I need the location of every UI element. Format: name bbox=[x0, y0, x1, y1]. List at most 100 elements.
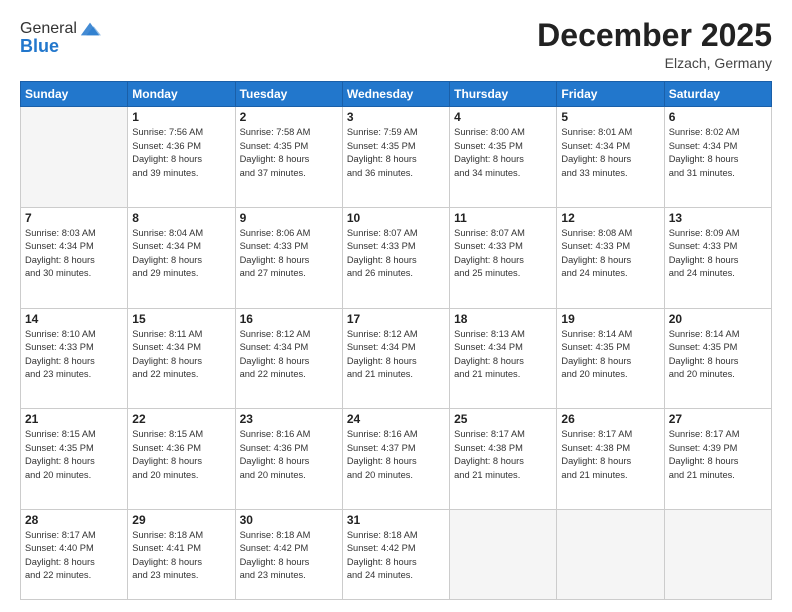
day-info: Sunrise: 8:17 AM Sunset: 4:40 PM Dayligh… bbox=[25, 529, 123, 583]
table-row bbox=[21, 107, 128, 208]
calendar-header-row: Sunday Monday Tuesday Wednesday Thursday… bbox=[21, 82, 772, 107]
day-number: 24 bbox=[347, 412, 445, 426]
col-thursday: Thursday bbox=[450, 82, 557, 107]
header: General Blue December 2025 Elzach, Germa… bbox=[20, 18, 772, 71]
day-number: 4 bbox=[454, 110, 552, 124]
day-info: Sunrise: 8:17 AM Sunset: 4:38 PM Dayligh… bbox=[454, 428, 552, 482]
day-info: Sunrise: 8:02 AM Sunset: 4:34 PM Dayligh… bbox=[669, 126, 767, 180]
col-wednesday: Wednesday bbox=[342, 82, 449, 107]
title-block: December 2025 Elzach, Germany bbox=[537, 18, 772, 71]
day-info: Sunrise: 8:00 AM Sunset: 4:35 PM Dayligh… bbox=[454, 126, 552, 180]
location: Elzach, Germany bbox=[537, 55, 772, 71]
calendar-table: Sunday Monday Tuesday Wednesday Thursday… bbox=[20, 81, 772, 600]
table-row: 2 Sunrise: 7:58 AM Sunset: 4:35 PM Daylig… bbox=[235, 107, 342, 208]
table-row: 10Sunrise: 8:07 AM Sunset: 4:33 PM Dayli… bbox=[342, 207, 449, 308]
day-number: 12 bbox=[561, 211, 659, 225]
day-number: 31 bbox=[347, 513, 445, 527]
day-number: 30 bbox=[240, 513, 338, 527]
table-row bbox=[450, 509, 557, 599]
day-number: 9 bbox=[240, 211, 338, 225]
table-row: 3 Sunrise: 7:59 AM Sunset: 4:35 PM Daylig… bbox=[342, 107, 449, 208]
day-number: 23 bbox=[240, 412, 338, 426]
day-info: Sunrise: 8:15 AM Sunset: 4:35 PM Dayligh… bbox=[25, 428, 123, 482]
table-row: 7 Sunrise: 8:03 AM Sunset: 4:34 PM Daylig… bbox=[21, 207, 128, 308]
day-info: Sunrise: 8:06 AM Sunset: 4:33 PM Dayligh… bbox=[240, 227, 338, 281]
day-number: 22 bbox=[132, 412, 230, 426]
day-info: Sunrise: 8:15 AM Sunset: 4:36 PM Dayligh… bbox=[132, 428, 230, 482]
table-row: 15 Sunrise: 8:11 AM Sunset: 4:34 PM Dayli… bbox=[128, 308, 235, 409]
day-number: 6 bbox=[669, 110, 767, 124]
day-number: 18 bbox=[454, 312, 552, 326]
table-row: 25 Sunrise: 8:17 AM Sunset: 4:38 PM Dayli… bbox=[450, 409, 557, 510]
day-number: 29 bbox=[132, 513, 230, 527]
day-number: 16 bbox=[240, 312, 338, 326]
day-info: Sunrise: 8:18 AM Sunset: 4:41 PM Dayligh… bbox=[132, 529, 230, 583]
logo: General Blue bbox=[20, 18, 101, 57]
day-info: Sunrise: 8:10 AM Sunset: 4:33 PM Dayligh… bbox=[25, 328, 123, 382]
day-info: Sunrise: 8:16 AM Sunset: 4:37 PM Dayligh… bbox=[347, 428, 445, 482]
table-row: 27 Sunrise: 8:17 AM Sunset: 4:39 PM Dayli… bbox=[664, 409, 771, 510]
day-info: Sunrise: 8:17 AM Sunset: 4:39 PM Dayligh… bbox=[669, 428, 767, 482]
day-number: 11 bbox=[454, 211, 552, 225]
table-row: 28 Sunrise: 8:17 AM Sunset: 4:40 PM Dayli… bbox=[21, 509, 128, 599]
day-number: 2 bbox=[240, 110, 338, 124]
day-number: 1 bbox=[132, 110, 230, 124]
table-row bbox=[664, 509, 771, 599]
day-number: 17 bbox=[347, 312, 445, 326]
logo-icon bbox=[79, 18, 101, 40]
day-number: 27 bbox=[669, 412, 767, 426]
table-row: 23Sunrise: 8:16 AM Sunset: 4:36 PM Dayli… bbox=[235, 409, 342, 510]
page: General Blue December 2025 Elzach, Germa… bbox=[0, 0, 792, 612]
table-row: 17 Sunrise: 8:12 AM Sunset: 4:34 PM Dayli… bbox=[342, 308, 449, 409]
day-info: Sunrise: 8:12 AM Sunset: 4:34 PM Dayligh… bbox=[240, 328, 338, 382]
table-row: 24 Sunrise: 8:16 AM Sunset: 4:37 PM Dayli… bbox=[342, 409, 449, 510]
table-row: 19 Sunrise: 8:14 AM Sunset: 4:35 PM Dayli… bbox=[557, 308, 664, 409]
day-number: 28 bbox=[25, 513, 123, 527]
day-number: 26 bbox=[561, 412, 659, 426]
day-number: 8 bbox=[132, 211, 230, 225]
day-info: Sunrise: 8:01 AM Sunset: 4:34 PM Dayligh… bbox=[561, 126, 659, 180]
day-number: 14 bbox=[25, 312, 123, 326]
day-info: Sunrise: 7:58 AM Sunset: 4:35 PM Dayligh… bbox=[240, 126, 338, 180]
day-info: Sunrise: 8:14 AM Sunset: 4:35 PM Dayligh… bbox=[669, 328, 767, 382]
month-title: December 2025 bbox=[537, 18, 772, 53]
day-info: Sunrise: 8:14 AM Sunset: 4:35 PM Dayligh… bbox=[561, 328, 659, 382]
col-monday: Monday bbox=[128, 82, 235, 107]
table-row: 30Sunrise: 8:18 AM Sunset: 4:42 PM Dayli… bbox=[235, 509, 342, 599]
table-row: 22 Sunrise: 8:15 AM Sunset: 4:36 PM Dayli… bbox=[128, 409, 235, 510]
table-row: 9 Sunrise: 8:06 AM Sunset: 4:33 PM Daylig… bbox=[235, 207, 342, 308]
day-number: 5 bbox=[561, 110, 659, 124]
table-row: 11 Sunrise: 8:07 AM Sunset: 4:33 PM Dayli… bbox=[450, 207, 557, 308]
day-number: 10 bbox=[347, 211, 445, 225]
day-info: Sunrise: 8:09 AM Sunset: 4:33 PM Dayligh… bbox=[669, 227, 767, 281]
day-number: 15 bbox=[132, 312, 230, 326]
table-row: 8 Sunrise: 8:04 AM Sunset: 4:34 PM Daylig… bbox=[128, 207, 235, 308]
day-number: 19 bbox=[561, 312, 659, 326]
col-tuesday: Tuesday bbox=[235, 82, 342, 107]
day-number: 21 bbox=[25, 412, 123, 426]
table-row: 14 Sunrise: 8:10 AM Sunset: 4:33 PM Dayli… bbox=[21, 308, 128, 409]
table-row: 20 Sunrise: 8:14 AM Sunset: 4:35 PM Dayli… bbox=[664, 308, 771, 409]
day-info: Sunrise: 8:18 AM Sunset: 4:42 PM Dayligh… bbox=[347, 529, 445, 583]
day-info: Sunrise: 8:03 AM Sunset: 4:34 PM Dayligh… bbox=[25, 227, 123, 281]
day-info: Sunrise: 8:17 AM Sunset: 4:38 PM Dayligh… bbox=[561, 428, 659, 482]
table-row: 5 Sunrise: 8:01 AM Sunset: 4:34 PM Daylig… bbox=[557, 107, 664, 208]
table-row: 13Sunrise: 8:09 AM Sunset: 4:33 PM Dayli… bbox=[664, 207, 771, 308]
day-info: Sunrise: 8:04 AM Sunset: 4:34 PM Dayligh… bbox=[132, 227, 230, 281]
table-row: 6 Sunrise: 8:02 AM Sunset: 4:34 PM Daylig… bbox=[664, 107, 771, 208]
table-row: 18Sunrise: 8:13 AM Sunset: 4:34 PM Dayli… bbox=[450, 308, 557, 409]
table-row: 26 Sunrise: 8:17 AM Sunset: 4:38 PM Dayli… bbox=[557, 409, 664, 510]
day-info: Sunrise: 8:11 AM Sunset: 4:34 PM Dayligh… bbox=[132, 328, 230, 382]
table-row: 31 Sunrise: 8:18 AM Sunset: 4:42 PM Dayli… bbox=[342, 509, 449, 599]
day-info: Sunrise: 7:59 AM Sunset: 4:35 PM Dayligh… bbox=[347, 126, 445, 180]
day-number: 3 bbox=[347, 110, 445, 124]
table-row: 29 Sunrise: 8:18 AM Sunset: 4:41 PM Dayli… bbox=[128, 509, 235, 599]
table-row: 21 Sunrise: 8:15 AM Sunset: 4:35 PM Dayli… bbox=[21, 409, 128, 510]
day-number: 20 bbox=[669, 312, 767, 326]
col-saturday: Saturday bbox=[664, 82, 771, 107]
day-info: Sunrise: 7:56 AM Sunset: 4:36 PM Dayligh… bbox=[132, 126, 230, 180]
day-number: 7 bbox=[25, 211, 123, 225]
day-info: Sunrise: 8:12 AM Sunset: 4:34 PM Dayligh… bbox=[347, 328, 445, 382]
day-number: 25 bbox=[454, 412, 552, 426]
day-info: Sunrise: 8:07 AM Sunset: 4:33 PM Dayligh… bbox=[454, 227, 552, 281]
